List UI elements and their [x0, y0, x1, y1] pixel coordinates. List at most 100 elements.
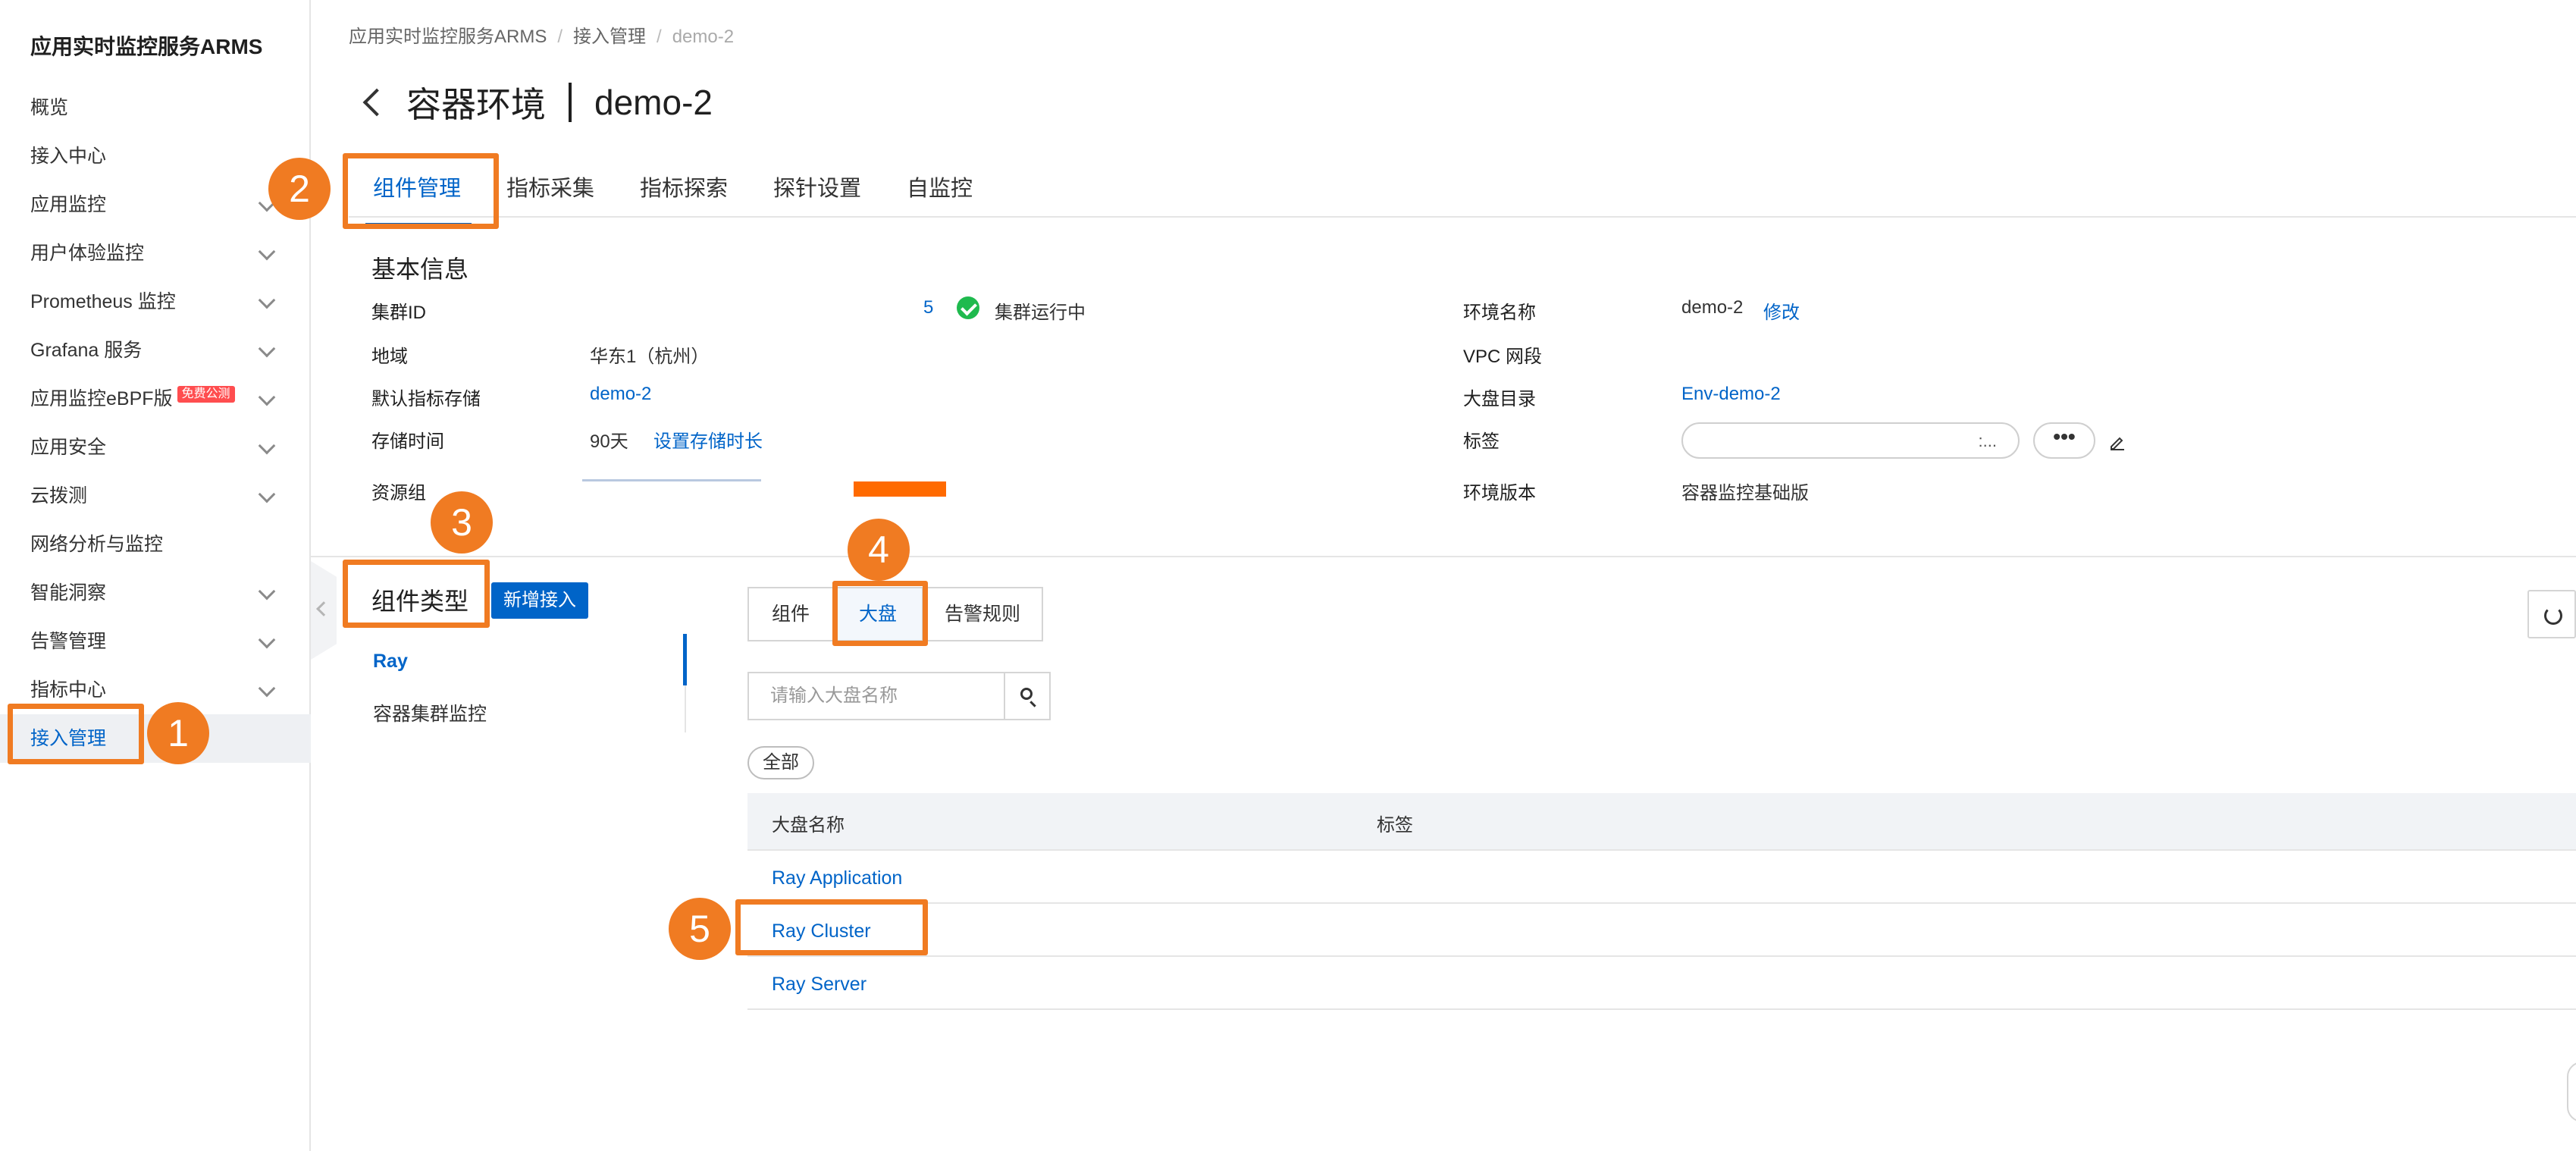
sidebar-item-app-monitoring[interactable]: 应用监控: [0, 180, 311, 229]
tab-label: 指标采集: [506, 177, 595, 201]
tags-label: 标签: [1463, 431, 1500, 452]
sidebar-item-access-center[interactable]: 接入中心: [0, 132, 311, 180]
sidebar-item-insights[interactable]: 智能洞察: [0, 569, 311, 617]
sidebar-item-prometheus[interactable]: Prometheus 监控: [0, 278, 311, 326]
storage-value-link[interactable]: demo-2: [590, 384, 651, 405]
table-row: Ray Server: [747, 957, 2576, 1010]
floating-help-button[interactable]: [2567, 1062, 2576, 1122]
table-row: Ray Cluster: [747, 904, 2576, 957]
step-marker-3: 3: [431, 491, 493, 554]
sidebar-item-ebpf[interactable]: 应用监控eBPF版 免费公测: [0, 375, 311, 423]
tab-label: 探针设置: [773, 177, 862, 201]
component-list-active-indicator: [683, 634, 687, 685]
dashboard-search-input[interactable]: [747, 672, 1004, 720]
chevron-left-icon: [316, 601, 331, 616]
back-arrow-icon[interactable]: [362, 88, 391, 117]
env-name-label: 环境名称: [1463, 303, 1536, 323]
sidebar-item-label: 接入管理: [30, 728, 107, 749]
table-header: 大盘名称 标签: [747, 793, 2576, 851]
chevron-down-icon: [258, 243, 276, 261]
sidebar-nav: 概览 接入中心 应用监控 用户体验监控 Prometheus 监控 Grafan…: [0, 83, 311, 763]
component-type-cluster[interactable]: 容器集群监控: [373, 699, 487, 726]
resource-group-label: 资源组: [371, 483, 426, 503]
tab-label: 组件管理: [373, 177, 462, 201]
column-header-name: 大盘名称: [772, 815, 845, 836]
cluster-id-value[interactable]: 5: [923, 297, 933, 318]
breadcrumb-item-current: demo-2: [672, 27, 735, 47]
dashboard-dir-link[interactable]: Env-demo-2: [1681, 384, 1781, 405]
tab-metric-collection[interactable]: 指标采集: [506, 171, 594, 202]
step-marker-5: 5: [669, 898, 731, 960]
sidebar-item-metrics-center[interactable]: 指标中心: [0, 666, 311, 714]
resource-group-value-underline: [582, 479, 761, 481]
refresh-icon: [2544, 607, 2562, 625]
refresh-button[interactable]: [2527, 590, 2576, 638]
env-name-edit-link[interactable]: 修改: [1763, 297, 1800, 324]
search-button[interactable]: [1004, 672, 1051, 720]
section-divider: [311, 556, 2576, 557]
sidebar-item-alerts[interactable]: 告警管理: [0, 617, 311, 666]
redacted-bar: [854, 481, 946, 497]
segment-components[interactable]: 组件: [747, 587, 834, 641]
edit-icon[interactable]: [2109, 434, 2126, 450]
table-row: Ray Application: [747, 851, 2576, 904]
breadcrumb: 应用实时监控服务ARMS / 接入管理 / demo-2: [349, 27, 735, 47]
step-marker-4: 4: [848, 519, 910, 581]
step-marker-2: 2: [268, 158, 331, 220]
sidebar-item-label: 概览: [30, 97, 69, 118]
sidebar-item-label: 网络分析与监控: [30, 534, 164, 555]
breadcrumb-item-arms[interactable]: 应用实时监控服务ARMS: [349, 27, 547, 47]
filter-all-pill[interactable]: 全部: [747, 746, 814, 779]
add-access-button[interactable]: 新增接入: [491, 582, 588, 619]
segment-alert-rules[interactable]: 告警规则: [922, 587, 1043, 641]
sidebar-item-label: 用户体验监控: [30, 243, 145, 264]
chevron-down-icon: [258, 485, 276, 503]
search-icon: [1020, 688, 1033, 700]
sidebar-item-network[interactable]: 网络分析与监控: [0, 520, 311, 569]
breadcrumb-item-access-management[interactable]: 接入管理: [573, 27, 646, 47]
sidebar-title: 应用实时监控服务ARMS: [30, 35, 263, 58]
set-retention-link[interactable]: 设置存储时长: [653, 426, 763, 453]
component-type-ray[interactable]: Ray: [373, 651, 408, 673]
column-header-tags: 标签: [1377, 815, 1413, 836]
segment-dashboards[interactable]: 大盘: [832, 587, 923, 641]
env-version-value: 容器监控基础版: [1681, 483, 1809, 503]
chevron-down-icon: [258, 291, 276, 309]
chevron-down-icon: [258, 631, 276, 649]
tab-component-management[interactable]: 组件管理: [365, 171, 472, 227]
dashboard-dir-label: 大盘目录: [1463, 389, 1536, 409]
title-divider: [569, 83, 572, 122]
page-title: 容器环境: [406, 85, 546, 124]
dashboard-link-ray-cluster[interactable]: Ray Cluster: [772, 920, 871, 942]
component-type-title: 组件类型: [371, 588, 469, 615]
dashboard-link-ray-application[interactable]: Ray Application: [772, 867, 902, 889]
sidebar-item-label: 接入中心: [30, 146, 107, 167]
tags-value: :...: [1978, 431, 1997, 450]
sidebar-item-overview[interactable]: 概览: [0, 83, 311, 132]
cluster-id-label: 集群ID: [371, 303, 426, 323]
tab-metric-explore[interactable]: 指标探索: [640, 171, 728, 202]
tab-label: 指标探索: [640, 177, 729, 201]
sidebar-item-grafana[interactable]: Grafana 服务: [0, 326, 311, 375]
tags-box[interactable]: :...: [1681, 422, 2020, 459]
retention-label: 存储时间: [371, 431, 444, 452]
check-circle-icon: [957, 296, 979, 319]
vpc-label: VPC 网段: [1463, 347, 1543, 367]
sidebar-item-synthetic[interactable]: 云拨测: [0, 472, 311, 520]
free-beta-badge: 免费公测: [177, 386, 235, 403]
sidebar-collapse-handle[interactable]: [311, 561, 337, 660]
sidebar-item-app-security[interactable]: 应用安全: [0, 423, 311, 472]
tab-active-indicator: [365, 223, 472, 227]
more-button[interactable]: •••: [2033, 422, 2095, 459]
tab-self-monitoring[interactable]: 自监控: [907, 171, 973, 202]
sidebar-item-label: 应用安全: [30, 437, 107, 458]
dashboard-link-ray-server[interactable]: Ray Server: [772, 974, 867, 996]
tab-bar: 组件管理 指标采集 指标探索 探针设置 自监控: [349, 155, 2576, 227]
sidebar-item-label: 云拨测: [30, 485, 88, 507]
sidebar-item-label: Grafana 服务: [30, 340, 143, 361]
tab-probe-settings[interactable]: 探针设置: [773, 171, 861, 202]
sidebar: 应用实时监控服务ARMS 概览 接入中心 应用监控 用户体验监控 Prometh…: [0, 0, 311, 1151]
env-version-label: 环境版本: [1463, 483, 1536, 503]
cluster-status: 集群运行中: [995, 303, 1086, 323]
sidebar-item-user-experience[interactable]: 用户体验监控: [0, 229, 311, 278]
